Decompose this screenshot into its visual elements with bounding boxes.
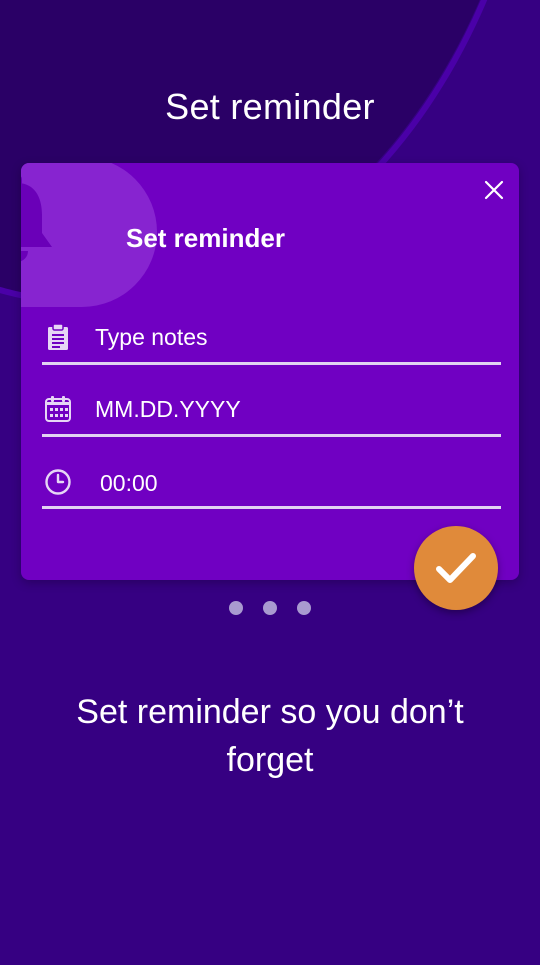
card-title: Set reminder <box>126 223 285 253</box>
onboarding-caption: Set reminder so you don’t forget <box>76 693 464 779</box>
pagination-dots <box>0 601 540 617</box>
clock-icon <box>45 469 71 495</box>
close-icon[interactable] <box>483 179 505 201</box>
date-input[interactable]: MM.DD.YYYY <box>95 396 241 423</box>
page-title: Set reminder <box>165 86 375 127</box>
notes-field[interactable]: Type notes <box>42 313 501 365</box>
confirm-button[interactable] <box>414 526 498 610</box>
page-dot-2[interactable] <box>263 601 277 615</box>
page-dot-3[interactable] <box>297 601 311 615</box>
reminder-card: Set reminder Type notes MM.DD.YYYY 00:00 <box>21 163 519 580</box>
check-icon <box>436 553 476 583</box>
bell-icon <box>21 176 52 262</box>
date-field[interactable]: MM.DD.YYYY <box>42 385 501 437</box>
notes-input[interactable]: Type notes <box>95 324 208 351</box>
clipboard-icon <box>48 323 68 350</box>
page-dot-1[interactable] <box>229 601 243 615</box>
time-field[interactable]: 00:00 <box>42 457 501 509</box>
time-input[interactable]: 00:00 <box>100 470 158 497</box>
calendar-icon <box>45 396 71 422</box>
